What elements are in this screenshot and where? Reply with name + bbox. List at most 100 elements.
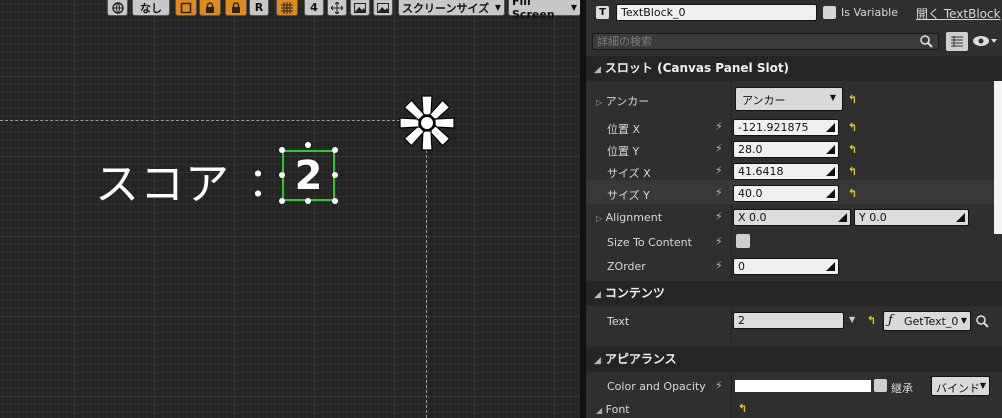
resize-handle[interactable] xyxy=(332,147,338,153)
globe-icon xyxy=(111,1,124,14)
screen-size-dropdown[interactable]: スクリーンサイズ ▼ xyxy=(398,0,505,16)
expand-arrow-icon: ◢ xyxy=(596,406,603,415)
slot-category-header[interactable]: ◢ スロット (Canvas Panel Slot) xyxy=(586,56,1002,81)
lock-button[interactable] xyxy=(199,0,221,16)
binding-icon[interactable]: ⚡ xyxy=(715,142,723,155)
transform-icon xyxy=(180,2,192,13)
position-y-input[interactable]: 28.0 xyxy=(733,141,839,158)
resize-handle[interactable] xyxy=(332,198,338,204)
locale-label: なし xyxy=(140,1,162,15)
alignment-y-input[interactable]: Y 0.0 xyxy=(854,209,969,226)
resize-handle[interactable] xyxy=(305,198,311,204)
reset-to-default-icon[interactable]: ↰ xyxy=(848,93,857,106)
position-x-label: 位置 X xyxy=(607,123,641,136)
bind-dropdown-label: バインド xyxy=(936,382,980,395)
score-value-text[interactable]: 2 xyxy=(282,150,335,201)
content-category-header[interactable]: ◢ コンテンツ xyxy=(586,281,1002,306)
bind-dropdown[interactable]: バインド ▼ xyxy=(931,376,990,396)
zorder-label: ZOrder xyxy=(607,260,646,273)
details-panel: T TextBlock_0 Is Variable 開く TextBlock 詳… xyxy=(586,0,1002,418)
color-swatch[interactable] xyxy=(735,380,871,392)
font-row-label[interactable]: ◢ Font xyxy=(596,403,630,416)
anchor-row-label[interactable]: ▷ アンカー xyxy=(596,93,649,109)
r-button[interactable]: R xyxy=(249,0,269,16)
chevron-down-icon: ▼ xyxy=(494,3,501,12)
is-variable-checkbox[interactable] xyxy=(823,6,836,19)
spin-arrow-icon xyxy=(826,167,835,176)
grid-snap-button[interactable] xyxy=(276,0,298,16)
resize-handle[interactable] xyxy=(279,198,285,204)
resize-handle[interactable] xyxy=(305,142,311,148)
binding-icon[interactable]: ⚡ xyxy=(715,379,723,392)
position-x-input[interactable]: -121.921875 xyxy=(733,119,839,136)
column-divider[interactable] xyxy=(731,373,732,418)
search-icon[interactable] xyxy=(976,315,989,328)
anchor-medallion-icon[interactable] xyxy=(396,92,458,154)
property-matrix-button[interactable] xyxy=(946,32,968,51)
resize-handle[interactable] xyxy=(332,172,338,178)
appearance-category-header[interactable]: ◢ アピアランス xyxy=(586,347,1002,372)
open-textblock-link[interactable]: 開く TextBlock xyxy=(916,5,1001,22)
image-button[interactable] xyxy=(350,0,370,16)
designer-canvas[interactable]: なし R 4 スクリーンサイズ ▼ Fill Screen ▼ スコア ： 2 xyxy=(0,0,586,418)
is-variable-label: Is Variable xyxy=(841,6,899,19)
move-icon xyxy=(331,1,343,14)
lock-icon xyxy=(206,1,214,13)
globe-button[interactable] xyxy=(107,0,128,16)
reset-to-default-icon[interactable]: ↰ xyxy=(848,187,857,200)
collapse-arrow-icon: ◢ xyxy=(594,65,601,75)
position-x-value: -121.921875 xyxy=(738,121,809,134)
binding-icon[interactable]: ⚡ xyxy=(715,210,723,223)
screen-image-button[interactable] xyxy=(373,0,393,16)
respect-locks-button[interactable] xyxy=(225,0,247,16)
size-to-content-checkbox[interactable] xyxy=(736,234,750,248)
reset-to-default-icon[interactable]: ↰ xyxy=(738,402,747,415)
image-icon xyxy=(377,2,389,13)
expand-arrow-icon: ▷ xyxy=(596,98,603,107)
move-button[interactable] xyxy=(327,0,347,16)
text-block-icon: T xyxy=(596,6,609,19)
reset-to-default-icon[interactable]: ↰ xyxy=(848,143,857,156)
alignment-x-input[interactable]: X 0.0 xyxy=(733,209,851,226)
binding-icon[interactable]: ⚡ xyxy=(715,186,723,199)
zorder-input[interactable]: 0 xyxy=(733,258,839,275)
binding-function-name: GetText_0 xyxy=(904,315,959,328)
text-property-input[interactable]: 2 xyxy=(733,312,844,329)
binding-icon[interactable]: ⚡ xyxy=(715,259,723,272)
chevron-down-icon: ▼ xyxy=(829,93,836,102)
reset-to-default-icon[interactable]: ↰ xyxy=(848,121,857,134)
reset-to-default-icon[interactable]: ↰ xyxy=(867,314,876,327)
details-search-input[interactable]: 詳細の検索 xyxy=(592,33,939,50)
widget-name-input[interactable]: TextBlock_0 xyxy=(616,4,817,21)
alignment-row-label[interactable]: ▷ Alignment xyxy=(596,211,662,224)
score-label-text[interactable]: スコア xyxy=(95,148,230,212)
size-x-input[interactable]: 41.6418 xyxy=(733,163,839,180)
spin-arrow-icon xyxy=(956,213,965,222)
text-binding-dropdown[interactable]: ƒ GetText_0 ▼ xyxy=(883,311,971,331)
zorder-value: 0 xyxy=(738,260,745,273)
screen-size-label: スクリーンサイズ xyxy=(402,1,490,15)
inherit-checkbox[interactable] xyxy=(874,379,887,392)
resize-handle[interactable] xyxy=(279,147,285,153)
grid-size-value: 4 xyxy=(310,1,318,14)
grid-icon xyxy=(281,1,293,14)
binding-icon[interactable]: ⚡ xyxy=(715,235,723,248)
column-divider[interactable] xyxy=(731,307,732,343)
chevron-down-icon: ▼ xyxy=(570,3,577,12)
scrollbar[interactable] xyxy=(994,56,1002,234)
locale-preview-button[interactable]: なし xyxy=(132,0,170,16)
anchor-dropdown[interactable]: アンカー ▼ xyxy=(735,87,843,111)
binding-icon[interactable]: ⚡ xyxy=(715,120,723,133)
binding-icon[interactable]: ⚡ xyxy=(715,164,723,177)
chevron-down-icon[interactable]: ▼ xyxy=(849,315,855,324)
resize-handle[interactable] xyxy=(279,172,285,178)
size-y-input[interactable]: 40.0 xyxy=(733,185,839,202)
reset-to-default-icon[interactable]: ↰ xyxy=(848,165,857,178)
size-y-label: サイズ Y xyxy=(607,189,650,202)
fill-screen-dropdown[interactable]: Fill Screen ▼ xyxy=(508,0,581,21)
visibility-filter-button[interactable] xyxy=(972,33,998,52)
spin-arrow-icon xyxy=(826,189,835,198)
grid-size-dropdown[interactable]: 4 xyxy=(304,0,324,16)
transform-mode-button[interactable] xyxy=(175,0,197,16)
table-icon xyxy=(951,36,963,47)
